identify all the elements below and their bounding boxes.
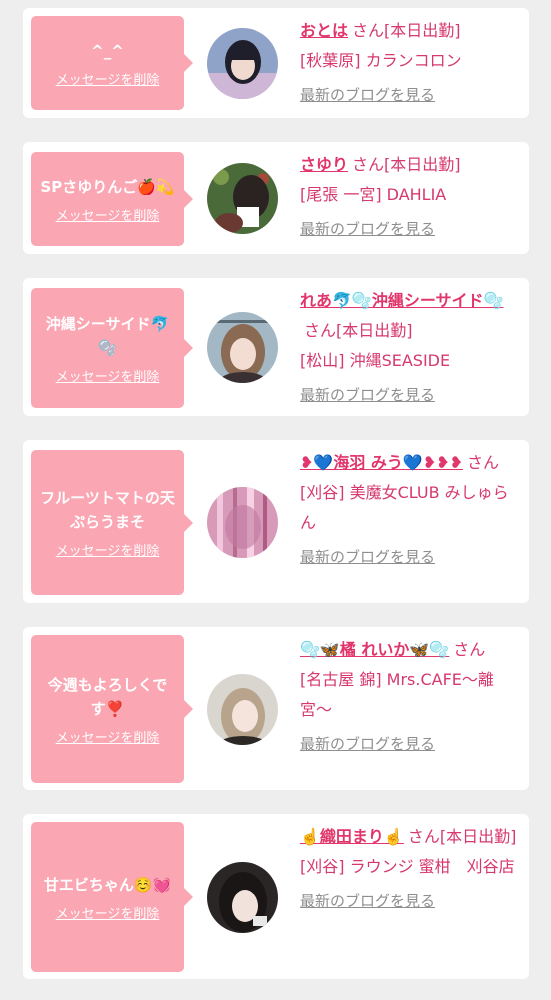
delete-message-link[interactable]: メッセージを削除 (56, 540, 160, 559)
list-item: ^_^ メッセージを削除 おとは さん[本日出勤] [秋葉原] カランコロン 最新… (23, 8, 529, 118)
shop-name: [秋葉原] カランコロン (300, 51, 462, 70)
cast-name-link[interactable]: ☝️織田まり☝️ (300, 827, 404, 846)
latest-blog-link[interactable]: 最新のブログを見る (300, 80, 435, 110)
cast-status: さん[本日出勤] (352, 21, 461, 40)
list-item: 沖縄シーサイド🐬🫧 メッセージを削除 れあ🐬🫧沖縄シーサイド🫧 さん[本日出勤] … (23, 278, 529, 416)
avatar[interactable] (207, 674, 278, 745)
cast-name-link[interactable]: れあ🐬🫧沖縄シーサイド🫧 (300, 291, 503, 310)
cast-name-link[interactable]: さゆり (300, 155, 348, 174)
message-bubble: ^_^ メッセージを削除 (31, 16, 193, 110)
message-bubble: フルーツトマトの天ぷらうまそ メッセージを削除 (31, 450, 193, 595)
cast-name-link[interactable]: ❥💙海羽 みう💙❥❥❥ (300, 453, 463, 472)
latest-blog-link[interactable]: 最新のブログを見る (300, 729, 435, 759)
list-item: 甘エビちゃん☺️💓 メッセージを削除 ☝️織田まり☝️ さん[本日出勤] [刈谷]… (23, 814, 529, 979)
delete-message-link[interactable]: メッセージを削除 (56, 366, 160, 385)
cast-name-link[interactable]: 🫧🦋橘 れいか🦋🫧 (300, 640, 449, 659)
avatar[interactable] (207, 487, 278, 558)
cast-info: 🫧🦋橘 れいか🦋🫧 さん [名古屋 錦] Mrs.CAFE〜離宮〜 最新のブログを… (300, 635, 522, 759)
shop-name: [名古屋 錦] Mrs.CAFE〜離宮〜 (300, 670, 494, 719)
delete-message-link[interactable]: メッセージを削除 (56, 69, 160, 88)
message-text: 今週もよろしくです❣️ (47, 675, 168, 718)
message-list: ^_^ メッセージを削除 おとは さん[本日出勤] [秋葉原] カランコロン 最新… (0, 0, 551, 1000)
message-text: フルーツトマトの天ぷらうまそ (40, 489, 175, 531)
delete-message-link[interactable]: メッセージを削除 (56, 903, 160, 922)
shop-name: [刈谷] ラウンジ 蜜柑 刈谷店 (300, 857, 515, 876)
message-text: SPさゆりんご🍎💫 (40, 177, 175, 196)
latest-blog-link[interactable]: 最新のブログを見る (300, 214, 435, 244)
list-item: SPさゆりんご🍎💫 メッセージを削除 さゆり さん[本日出勤] [尾張 一宮] D… (23, 142, 529, 254)
avatar[interactable] (207, 312, 278, 383)
delete-message-link[interactable]: メッセージを削除 (56, 205, 160, 224)
cast-info: さゆり さん[本日出勤] [尾張 一宮] DAHLIA 最新のブログを見る (300, 150, 522, 244)
cast-name-link[interactable]: おとは (300, 21, 348, 40)
cast-status: さん[本日出勤] (304, 321, 413, 340)
list-item: 今週もよろしくです❣️ メッセージを削除 🫧🦋橘 れいか🦋🫧 さん [名古屋 錦]… (23, 627, 529, 790)
message-bubble: 今週もよろしくです❣️ メッセージを削除 (31, 635, 193, 783)
avatar[interactable] (207, 28, 278, 99)
message-text: 沖縄シーサイド🐬🫧 (45, 314, 170, 357)
cast-status: さん (453, 640, 486, 659)
shop-name: [刈谷] 美魔女CLUB みしゅらん (300, 483, 509, 532)
cast-status: さん[本日出勤] (407, 827, 517, 846)
avatar[interactable] (207, 862, 278, 933)
cast-info: ☝️織田まり☝️ さん[本日出勤] [刈谷] ラウンジ 蜜柑 刈谷店 最新のブログ… (300, 822, 522, 916)
cast-info: ❥💙海羽 みう💙❥❥❥ さん [刈谷] 美魔女CLUB みしゅらん 最新のブログを… (300, 448, 522, 572)
message-text: 甘エビちゃん☺️💓 (43, 875, 172, 894)
message-bubble: SPさゆりんご🍎💫 メッセージを削除 (31, 152, 193, 246)
shop-name: [尾張 一宮] DAHLIA (300, 185, 447, 204)
cast-info: おとは さん[本日出勤] [秋葉原] カランコロン 最新のブログを見る (300, 16, 522, 110)
cast-status: さん (467, 453, 500, 472)
latest-blog-link[interactable]: 最新のブログを見る (300, 380, 435, 410)
list-item: フルーツトマトの天ぷらうまそ メッセージを削除 ❥💙海羽 みう💙❥❥❥ さん [刈… (23, 440, 529, 603)
shop-name: [松山] 沖縄SEASIDE (300, 351, 451, 370)
message-bubble: 甘エビちゃん☺️💓 メッセージを削除 (31, 822, 193, 972)
message-bubble: 沖縄シーサイド🐬🫧 メッセージを削除 (31, 288, 193, 408)
cast-status: さん[本日出勤] (352, 155, 461, 174)
latest-blog-link[interactable]: 最新のブログを見る (300, 542, 435, 572)
message-text: ^_^ (91, 41, 124, 60)
cast-info: れあ🐬🫧沖縄シーサイド🫧 さん[本日出勤] [松山] 沖縄SEASIDE 最新のブ… (300, 286, 522, 410)
latest-blog-link[interactable]: 最新のブログを見る (300, 886, 435, 916)
delete-message-link[interactable]: メッセージを削除 (56, 727, 160, 746)
avatar[interactable] (207, 163, 278, 234)
